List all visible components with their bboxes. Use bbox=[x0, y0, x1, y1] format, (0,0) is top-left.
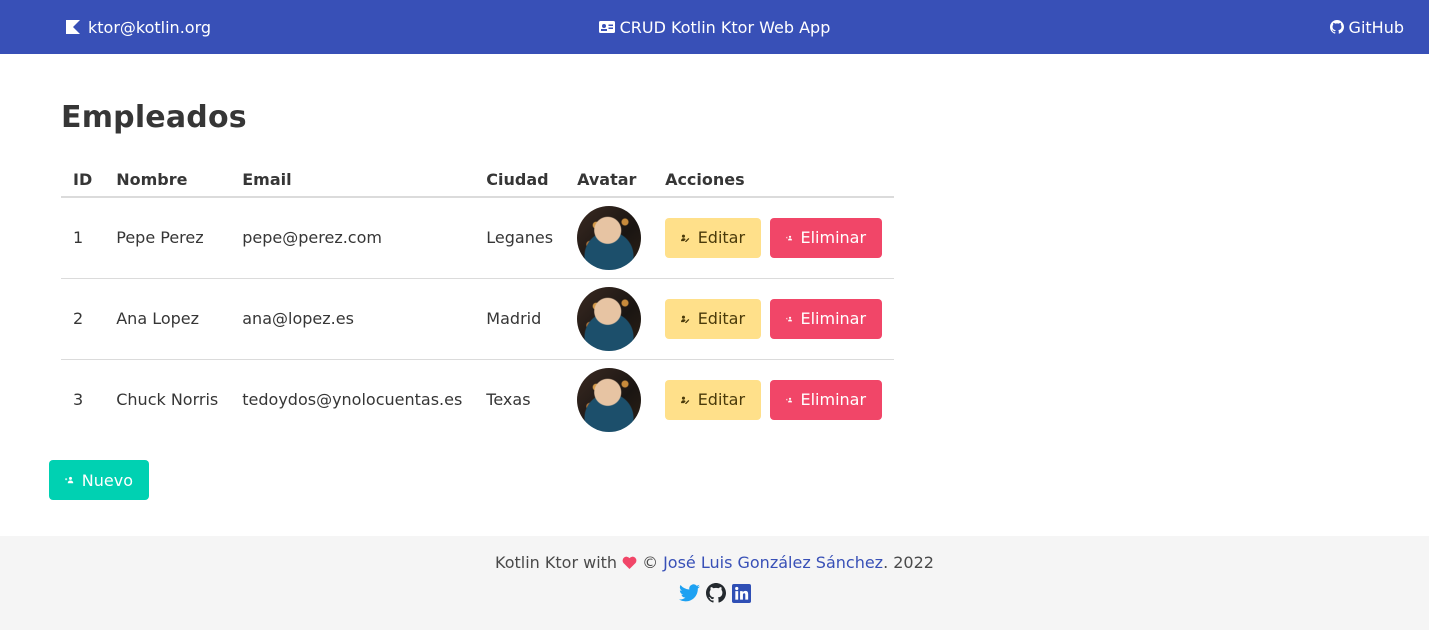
cell-nombre: Chuck Norris bbox=[116, 390, 219, 410]
edit-button[interactable]: Editar bbox=[665, 217, 762, 258]
cell-ciudad: Madrid bbox=[474, 278, 566, 360]
author-link[interactable]: José Luis González Sánchez bbox=[663, 553, 883, 572]
cell-avatar bbox=[565, 359, 653, 440]
table-header-row: ID Nombre Email Ciudad Avatar Acciones bbox=[61, 162, 895, 198]
column-header-ciudad: Ciudad bbox=[474, 162, 566, 198]
app-title[interactable]: CRUD Kotlin Ktor Web App bbox=[0, 0, 1429, 54]
avatar bbox=[577, 367, 642, 432]
github-icon bbox=[1329, 20, 1344, 34]
delete-button[interactable]: Eliminar bbox=[770, 217, 883, 258]
footer-year: . 2022 bbox=[883, 553, 934, 572]
column-header-nombre: Nombre bbox=[104, 162, 231, 198]
github-icon[interactable] bbox=[705, 583, 726, 603]
cell-actions: Editar Eliminar bbox=[653, 359, 894, 440]
cell-email: tedoydos@ynolocuentas.es bbox=[242, 390, 463, 410]
navbar: ktor@kotlin.org CRUD Kotlin Ktor Web App… bbox=[0, 0, 1429, 54]
avatar bbox=[577, 286, 642, 351]
user-edit-icon bbox=[681, 234, 690, 242]
heart-icon bbox=[622, 556, 637, 569]
github-label: GitHub bbox=[1348, 17, 1404, 37]
social-links bbox=[0, 583, 1429, 603]
user-plus-icon bbox=[65, 476, 74, 484]
user-remove-icon bbox=[786, 397, 793, 403]
twitter-icon[interactable] bbox=[678, 584, 700, 602]
new-employee-button[interactable]: Nuevo bbox=[49, 460, 149, 500]
cell-ciudad: Texas bbox=[486, 390, 531, 410]
github-link[interactable]: GitHub bbox=[1329, 0, 1404, 54]
user-edit-icon bbox=[681, 315, 690, 323]
edit-label: Editar bbox=[697, 390, 746, 410]
edit-label: Editar bbox=[697, 309, 746, 328]
cell-actions: Editar Eliminar bbox=[653, 278, 895, 360]
new-label: Nuevo bbox=[81, 470, 133, 490]
column-header-id: ID bbox=[61, 162, 105, 198]
user-remove-icon bbox=[786, 316, 793, 321]
column-header-email: Email bbox=[230, 162, 475, 198]
cell-id: 3 bbox=[73, 390, 84, 410]
app-title-text: CRUD Kotlin Ktor Web App bbox=[619, 17, 831, 37]
user-remove-icon bbox=[786, 235, 793, 241]
id-card-icon bbox=[598, 21, 615, 33]
delete-label: Eliminar bbox=[800, 390, 867, 410]
footer-credits: Kotlin Ktor with © José Luis González Sá… bbox=[0, 553, 1429, 572]
linkedin-icon[interactable] bbox=[731, 583, 751, 603]
delete-button[interactable]: Eliminar bbox=[770, 379, 883, 420]
page-title: Empleados bbox=[61, 100, 247, 135]
column-header-acciones: Acciones bbox=[653, 162, 895, 198]
cell-email: ana@lopez.es bbox=[230, 278, 475, 360]
delete-label: Eliminar bbox=[800, 309, 867, 328]
user-edit-icon bbox=[681, 396, 690, 404]
cell-avatar bbox=[565, 278, 654, 360]
cell-nombre: Ana Lopez bbox=[104, 278, 231, 360]
delete-label: Eliminar bbox=[800, 228, 867, 248]
edit-label: Editar bbox=[697, 228, 746, 248]
column-header-avatar: Avatar bbox=[565, 162, 654, 198]
edit-button[interactable]: Editar bbox=[665, 379, 762, 420]
employees-table: ID Nombre Email Ciudad Avatar Acciones 1… bbox=[61, 162, 895, 440]
delete-button[interactable]: Eliminar bbox=[770, 298, 883, 339]
table-row: 2 Ana Lopez ana@lopez.es Madrid Editar E… bbox=[61, 278, 895, 360]
avatar bbox=[577, 205, 642, 270]
table-row: 3 Chuck Norris tedoydos@ynolocuentas.es … bbox=[61, 359, 894, 440]
cell-ciudad: Leganes bbox=[474, 197, 566, 279]
cell-actions: Editar Eliminar bbox=[653, 197, 895, 279]
cell-id: 1 bbox=[61, 197, 105, 279]
cell-id: 2 bbox=[61, 278, 105, 360]
table-row: 1 Pepe Perez pepe@perez.com Leganes Edit… bbox=[61, 197, 895, 279]
edit-button[interactable]: Editar bbox=[665, 298, 762, 339]
cell-avatar bbox=[565, 197, 654, 279]
footer-copyright: © bbox=[642, 553, 659, 572]
footer: Kotlin Ktor with © José Luis González Sá… bbox=[0, 536, 1429, 630]
cell-nombre: Pepe Perez bbox=[104, 197, 231, 279]
footer-prefix: Kotlin Ktor with bbox=[495, 553, 618, 572]
cell-email: pepe@perez.com bbox=[230, 197, 475, 279]
